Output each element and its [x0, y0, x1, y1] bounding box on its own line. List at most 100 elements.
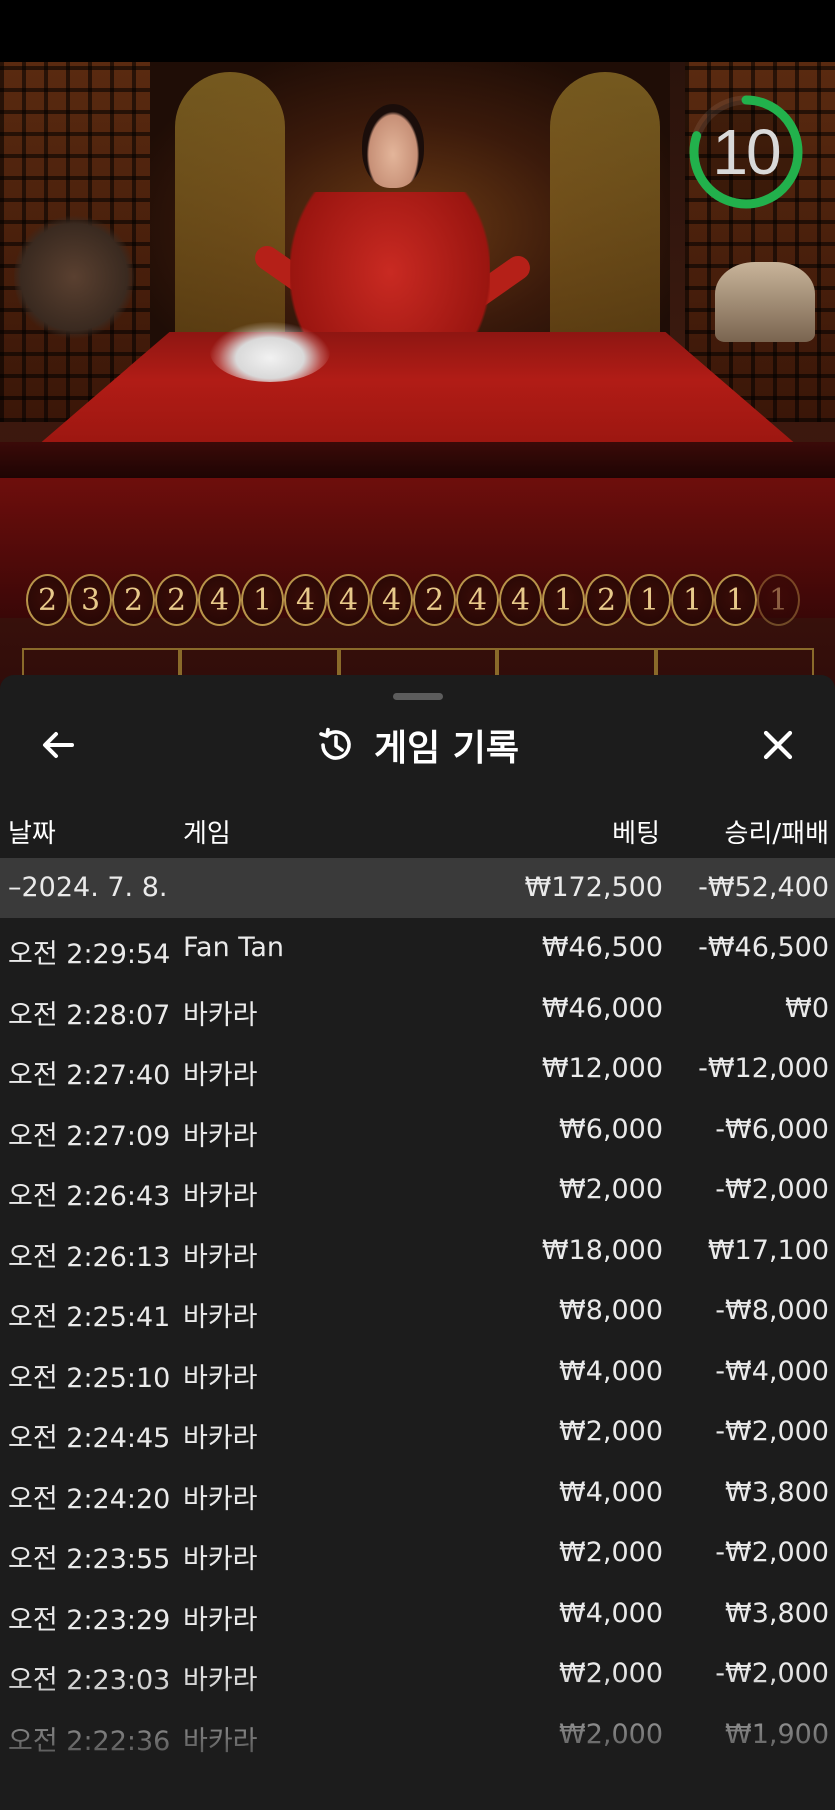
row-win-loss: -₩46,500 [698, 932, 829, 963]
row-bet: ₩2,000 [559, 1416, 663, 1447]
row-bet: ₩4,000 [559, 1355, 663, 1387]
row-win-loss: -₩4,000 [715, 1355, 829, 1387]
header-bet: 베팅 [612, 819, 660, 849]
row-win-loss: -₩2,000 [715, 1416, 829, 1447]
result-ball: 1 [757, 574, 800, 626]
close-icon [763, 730, 793, 760]
row-time: 오전 2:29:54 [8, 939, 171, 970]
result-ball: 1 [628, 574, 671, 626]
result-ball: 3 [69, 574, 112, 626]
row-win-loss: ₩3,800 [725, 1597, 829, 1629]
row-bet: ₩12,000 [541, 1053, 663, 1084]
row-game: 바카라 [183, 1725, 258, 1757]
history-row[interactable]: 오전 2:26:43 바카라 ₩2,000 -₩2,000 [0, 1160, 835, 1221]
row-game: 바카라 [183, 1302, 258, 1333]
history-row[interactable]: 오전 2:23:29 바카라 ₩4,000 ₩3,800 [0, 1584, 835, 1645]
row-time: 오전 2:26:43 [8, 1181, 171, 1212]
row-time: 오전 2:23:03 [8, 1665, 171, 1696]
history-row[interactable]: 오전 2:23:55 바카라 ₩2,000 -₩2,000 [0, 1523, 835, 1584]
row-bet: ₩2,000 [559, 1174, 663, 1205]
row-win-loss: ₩0 [785, 992, 829, 1024]
arch-right [550, 72, 660, 372]
row-win-loss: ₩17,100 [707, 1234, 829, 1266]
summary-win-loss: -₩52,400 [698, 872, 829, 903]
result-ball: 2 [413, 574, 456, 626]
row-time: 오전 2:22:36 [8, 1725, 171, 1757]
row-bet: ₩46,500 [541, 932, 663, 963]
row-win-loss: -₩12,000 [698, 1053, 829, 1084]
history-row[interactable]: 오전 2:25:10 바카라 ₩4,000 -₩4,000 [0, 1342, 835, 1403]
row-time: 오전 2:25:10 [8, 1362, 171, 1394]
row-game: 바카라 [183, 1665, 258, 1696]
row-bet: ₩8,000 [559, 1295, 663, 1326]
row-bet: ₩6,000 [559, 1113, 663, 1145]
row-bet: ₩2,000 [559, 1718, 663, 1750]
row-time: 오전 2:27:09 [8, 1120, 171, 1152]
result-ball: 4 [198, 574, 241, 626]
table-edge [0, 442, 835, 478]
header-game: 게임 [183, 819, 231, 849]
result-ball: 1 [714, 574, 757, 626]
row-game: 바카라 [183, 1060, 258, 1091]
countdown-timer: 10 [687, 93, 805, 211]
row-game: 바카라 [183, 1120, 258, 1152]
history-row[interactable]: 오전 2:28:07 바카라 ₩46,000 ₩0 [0, 979, 835, 1040]
panel-title: 게임 기록 [373, 728, 519, 769]
row-time: 오전 2:25:41 [8, 1302, 171, 1333]
arrow-left-icon [43, 732, 74, 758]
result-ball: 4 [456, 574, 499, 626]
row-time: 오전 2:27:40 [8, 1060, 171, 1091]
summary-date: –2024. 7. 8. [8, 872, 168, 903]
result-ball: 4 [370, 574, 413, 626]
result-ball: 4 [284, 574, 327, 626]
back-button[interactable] [30, 717, 86, 773]
history-row[interactable]: 오전 2:22:36 바카라 ₩2,000 ₩1,900 [0, 1705, 835, 1766]
summary-bet: ₩172,500 [524, 872, 663, 903]
result-ball: 2 [112, 574, 155, 626]
history-row[interactable]: 오전 2:23:03 바카라 ₩2,000 -₩2,000 [0, 1644, 835, 1705]
row-game: 바카라 [183, 1604, 258, 1636]
row-bet: ₩2,000 [559, 1658, 663, 1689]
history-clock-icon [319, 727, 351, 760]
panel-header: 게임 기록 [0, 715, 835, 775]
row-game: 바카라 [183, 1423, 258, 1454]
row-time: 오전 2:24:45 [8, 1423, 171, 1454]
history-row[interactable]: 오전 2:29:54 Fan Tan ₩46,500 -₩46,500 [0, 918, 835, 979]
history-row[interactable]: 오전 2:27:40 바카라 ₩12,000 -₩12,000 [0, 1039, 835, 1100]
row-time: 오전 2:28:07 [8, 999, 171, 1031]
row-win-loss: -₩2,000 [715, 1658, 829, 1689]
history-row[interactable]: 오전 2:24:20 바카라 ₩4,000 ₩3,800 [0, 1463, 835, 1524]
row-win-loss: -₩2,000 [715, 1174, 829, 1205]
bead-bowl [210, 322, 330, 382]
row-bet: ₩2,000 [559, 1537, 663, 1568]
row-bet: ₩4,000 [559, 1597, 663, 1629]
header-date: 날짜 [8, 819, 56, 849]
table-header: 날짜 게임 베팅 승리/패배 [0, 805, 835, 855]
history-row[interactable]: 오전 2:25:41 바카라 ₩8,000 -₩8,000 [0, 1281, 835, 1342]
history-row[interactable]: 오전 2:27:09 바카라 ₩6,000 -₩6,000 [0, 1100, 835, 1161]
drag-handle[interactable] [393, 693, 443, 700]
row-win-loss: ₩1,900 [725, 1718, 829, 1750]
row-bet: ₩46,000 [541, 992, 663, 1024]
result-ball: 2 [585, 574, 628, 626]
row-game: 바카라 [183, 1544, 258, 1575]
row-game: Fan Tan [183, 932, 284, 963]
history-row[interactable]: 오전 2:24:45 바카라 ₩2,000 -₩2,000 [0, 1402, 835, 1463]
result-ball: 1 [671, 574, 714, 626]
row-time: 오전 2:23:29 [8, 1604, 171, 1636]
date-summary-row[interactable]: –2024. 7. 8. ₩172,500 -₩52,400 [0, 858, 835, 918]
header-win-loss: 승리/패배 [724, 819, 829, 849]
row-game: 바카라 [183, 1362, 258, 1394]
result-ball: 1 [241, 574, 284, 626]
row-win-loss: -₩2,000 [715, 1537, 829, 1568]
results-road: 232241444244121111 [26, 574, 800, 628]
dragon-statue [715, 262, 815, 342]
close-button[interactable] [750, 717, 806, 773]
row-time: 오전 2:23:55 [8, 1544, 171, 1575]
row-bet: ₩18,000 [541, 1234, 663, 1266]
row-game: 바카라 [183, 1483, 258, 1515]
history-row[interactable]: 오전 2:26:13 바카라 ₩18,000 ₩17,100 [0, 1221, 835, 1282]
result-ball: 4 [327, 574, 370, 626]
result-ball: 2 [155, 574, 198, 626]
timer-seconds: 10 [712, 116, 781, 188]
